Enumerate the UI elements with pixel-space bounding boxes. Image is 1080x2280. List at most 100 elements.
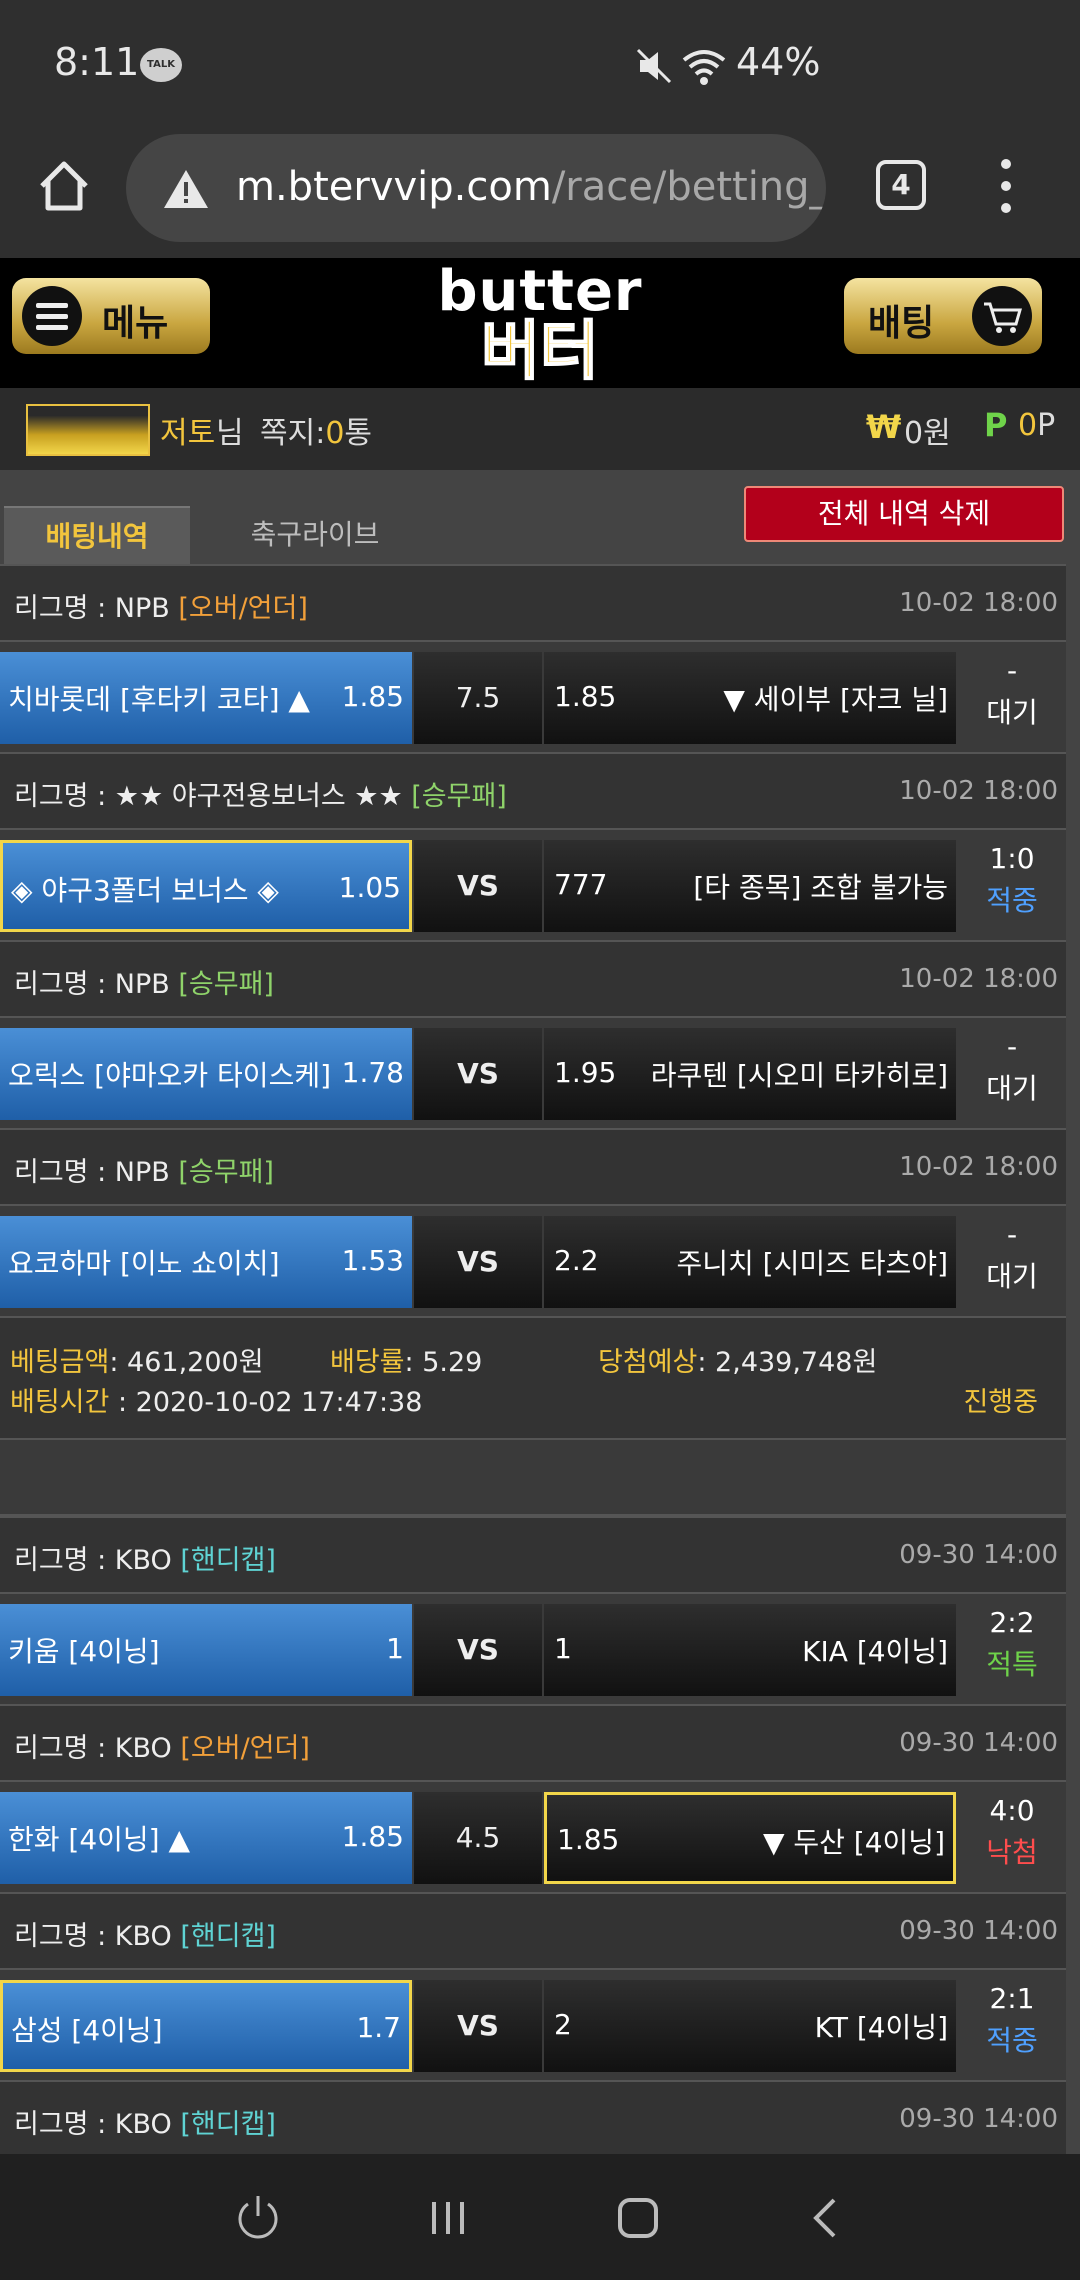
league-name: 리그명 : KBO — [14, 1921, 181, 1952]
bet-slip-summary: 베팅금액: 461,200원 배당률: 5.29 당첨예상: 2,439,748… — [0, 1316, 1066, 1446]
battery-level: 44% — [736, 40, 821, 84]
message-count-value: 0 — [325, 416, 345, 451]
point-unit: P — [1037, 408, 1056, 443]
home-odds: 1.05 — [338, 871, 401, 904]
tab-betting-history[interactable]: 배팅내역 — [4, 506, 190, 564]
away-pick: 1.85 ▼ 세이부 [자크 닐] — [544, 652, 956, 744]
league-row: 리그명 : NPB [승무패] 10-02 18:00 — [0, 1128, 1066, 1204]
result: 2:2 적특 — [958, 1604, 1066, 1696]
league-name: 리그명 : NPB — [14, 593, 179, 624]
url-text[interactable]: m.btervvip.com/race/betting_l — [236, 164, 826, 210]
more-options-icon[interactable] — [994, 156, 1018, 216]
league-label: 리그명 : KBO [핸디캡] — [14, 1914, 276, 1953]
match-row: 요코하마 [이노 쇼이치] 1.53 VS 2.2 주니치 [시미즈 타츠야] … — [0, 1204, 1066, 1316]
kakaotalk-icon: TALK — [140, 48, 182, 82]
bet-amount-value: : 461,200원 — [109, 1347, 264, 1378]
home-pick: 삼성 [4이닝] 1.7 — [0, 1980, 412, 2072]
result: 1:0 적중 — [958, 840, 1066, 932]
result-status: 적특 — [986, 1648, 1038, 1681]
status-bar: 8:11 TALK 44% — [0, 0, 1080, 120]
result-status: 대기 — [986, 1072, 1038, 1105]
away-odds: 777 — [554, 868, 608, 901]
back-icon[interactable] — [800, 2192, 852, 2244]
won-icon: ₩ — [866, 408, 902, 446]
league-label: 리그명 : NPB [오버/언더] — [14, 586, 308, 625]
score: - — [1006, 654, 1018, 687]
total-odds: 배당률: 5.29 — [330, 1340, 482, 1379]
vs-label: VS — [414, 840, 542, 932]
result: 2:1 적중 — [958, 1980, 1066, 2072]
match-time: 10-02 18:00 — [899, 588, 1058, 618]
home-odds: 1.53 — [341, 1244, 404, 1277]
address-bar[interactable]: m.btervvip.com/race/betting_l — [126, 134, 826, 242]
league-row: 리그명 : KBO [핸디캡] 09-30 14:00 — [0, 1516, 1066, 1592]
league-label: 리그명 : KBO [오버/언더] — [14, 1726, 310, 1765]
tab-soccer-live[interactable]: 축구라이브 — [220, 506, 410, 564]
home-team: 삼성 [4이닝] — [11, 2014, 163, 2047]
away-pick: 1 KIA [4이닝] — [544, 1604, 956, 1696]
handicap-value: 7.5 — [414, 652, 542, 744]
away-odds: 1.85 — [557, 1823, 620, 1856]
league-label: 리그명 : NPB [승무패] — [14, 962, 274, 1001]
home-odds: 1.78 — [341, 1056, 404, 1089]
tab-switcher-icon[interactable]: 4 — [876, 160, 926, 210]
away-team: ▼ 두산 [4이닝] — [762, 1826, 945, 1859]
bet-time-value: : 2020-10-02 17:47:38 — [109, 1387, 423, 1418]
site-logo[interactable]: butter 버터 — [420, 259, 660, 389]
total-odds-label: 배당률 — [330, 1347, 405, 1378]
logo-korean: 버터 — [480, 315, 600, 389]
score: - — [1006, 1030, 1018, 1063]
warning-icon[interactable] — [162, 168, 210, 210]
scrollbar[interactable] — [1066, 564, 1080, 2154]
away-team: KIA [4이닝] — [802, 1635, 948, 1668]
match-time: 09-30 14:00 — [899, 1916, 1058, 1946]
bet-time-label: 배팅시간 — [10, 1387, 110, 1418]
match-row: 삼성 [4이닝] 1.7 VS 2 KT [4이닝] 2:1 적중 — [0, 1968, 1066, 2080]
menu-button[interactable]: 메뉴 — [12, 278, 210, 354]
expected-payout-label: 당첨예상 — [598, 1347, 698, 1378]
result: - 대기 — [958, 652, 1066, 744]
power-icon[interactable] — [232, 2192, 284, 2244]
bet-status: 진행중 — [963, 1387, 1038, 1418]
score: - — [1006, 1218, 1018, 1251]
league-label: 리그명 : NPB [승무패] — [14, 1150, 274, 1189]
league-name: 리그명 : KBO — [14, 1545, 181, 1576]
away-team: 주니치 [시미즈 타츠야] — [676, 1247, 949, 1280]
cart-icon — [972, 286, 1032, 346]
league-label: 리그명 : KBO [핸디캡] — [14, 1538, 276, 1577]
betting-label: 배팅 — [868, 303, 935, 344]
away-pick: 2.2 주니치 [시미즈 타츠야] — [544, 1216, 956, 1308]
bet-type-tag: [승무패] — [178, 969, 274, 1000]
wifi-icon — [682, 50, 726, 85]
delete-all-history-button[interactable]: 전체 내역 삭제 — [744, 486, 1064, 542]
message-count[interactable]: 쪽지:0통 — [260, 408, 372, 452]
league-row: 리그명 : KBO [핸디캡] 09-30 14:00 — [0, 1892, 1066, 1968]
recent-apps-icon[interactable] — [422, 2192, 474, 2244]
home-icon[interactable] — [36, 158, 92, 214]
vs-label: VS — [414, 1604, 542, 1696]
menu-label: 메뉴 — [102, 303, 169, 344]
home-nav-icon[interactable] — [612, 2192, 664, 2244]
result: 4:0 낙첨 — [958, 1792, 1066, 1884]
home-pick: 치바롯데 [후타키 코타] ▲ 1.85 — [0, 652, 412, 744]
league-name: 리그명 : KBO — [14, 1733, 181, 1764]
result-status: 적중 — [986, 884, 1038, 917]
bet-type-tag: [승무패] — [411, 781, 507, 812]
handicap-value: 4.5 — [414, 1792, 542, 1884]
betting-cart-button[interactable]: 배팅 — [844, 278, 1042, 354]
expected-payout: 당첨예상: 2,439,748원 — [598, 1340, 877, 1379]
bet-type-tag: [핸디캡] — [180, 1921, 276, 1952]
message-unit: 통 — [344, 416, 373, 451]
league-row: 리그명 : NPB [승무패] 10-02 18:00 — [0, 940, 1066, 1016]
menu-icon — [22, 286, 82, 346]
home-pick: 키움 [4이닝] 1 — [0, 1604, 412, 1696]
logo-english: butter — [437, 259, 643, 324]
vs-label: VS — [414, 1980, 542, 2072]
bet-amount-label: 베팅금액 — [10, 1347, 110, 1378]
status-time: 8:11 — [54, 40, 140, 84]
league-row: 리그명 : ★★ 야구전용보너스 ★★ [승무패] 10-02 18:00 — [0, 752, 1066, 828]
user-name[interactable]: 저토 — [160, 408, 215, 452]
away-team: KT [4이닝] — [814, 2011, 948, 2044]
match-row: 치바롯데 [후타키 코타] ▲ 1.85 7.5 1.85 ▼ 세이부 [자크 … — [0, 640, 1066, 752]
match-time: 10-02 18:00 — [899, 1152, 1058, 1182]
